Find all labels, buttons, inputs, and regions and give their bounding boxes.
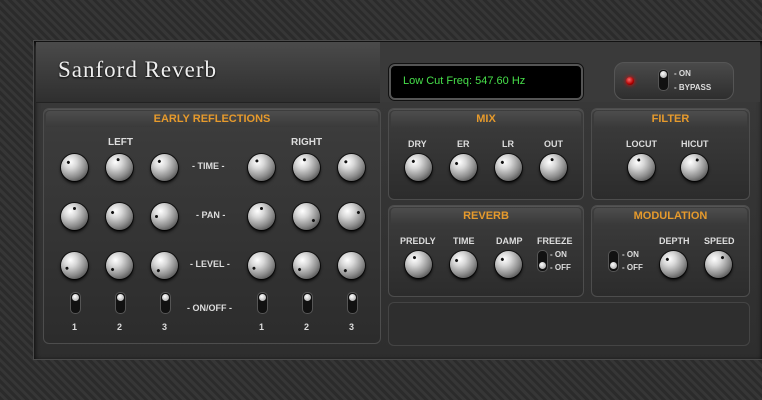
predly-knob[interactable] <box>405 251 432 278</box>
er-right-1-level-knob[interactable] <box>248 252 275 279</box>
er-left-3-level-knob[interactable] <box>151 252 178 279</box>
er-mix-knob[interactable] <box>450 154 477 181</box>
channel-number-label: 1 <box>259 322 265 332</box>
channel-number-label: 2 <box>117 322 123 332</box>
mix-title: MIX <box>391 111 581 127</box>
er-left-1-time-knob[interactable] <box>61 154 88 181</box>
filter-panel: FILTER <box>591 108 750 200</box>
modulation-switch[interactable] <box>608 250 619 272</box>
hicut-knob[interactable] <box>681 154 708 181</box>
speed-knob[interactable] <box>705 251 732 278</box>
time-row-label: - TIME - <box>192 161 225 171</box>
channel-number-label: 3 <box>349 322 355 332</box>
er-right-3-onoff-switch[interactable] <box>347 292 358 314</box>
lr-label: LR <box>502 139 514 149</box>
dry-label: DRY <box>408 139 427 149</box>
pan-row-label: - PAN - <box>196 210 226 220</box>
freeze-off-label: - OFF <box>550 263 571 272</box>
modulation-on-label: - ON <box>622 250 639 259</box>
reverb-time-knob[interactable] <box>450 251 477 278</box>
er-right-2-onoff-switch[interactable] <box>302 292 313 314</box>
er-left-1-level-knob[interactable] <box>61 252 88 279</box>
predly-label: PREDLY <box>400 236 436 246</box>
er-right-2-level-knob[interactable] <box>293 252 320 279</box>
switch-nub-icon <box>610 262 617 269</box>
reverb-title: REVERB <box>391 208 581 224</box>
bypass-switch[interactable] <box>658 69 669 91</box>
right-channel-label: RIGHT <box>291 137 323 148</box>
onoff-row-label: - ON/OFF - <box>187 303 232 313</box>
er-left-1-onoff-switch[interactable] <box>70 292 81 314</box>
channel-number-label: 2 <box>304 322 310 332</box>
freeze-switch[interactable] <box>537 250 548 272</box>
er-left-1-pan-knob[interactable] <box>61 203 88 230</box>
filter-title: FILTER <box>594 111 747 127</box>
left-channel-label: LEFT <box>108 137 133 148</box>
modulation-off-label: - OFF <box>622 263 643 272</box>
switch-nub-icon <box>304 294 311 301</box>
er-label: ER <box>457 139 470 149</box>
switch-nub-icon <box>117 294 124 301</box>
depth-label: DEPTH <box>659 236 690 246</box>
er-left-2-onoff-switch[interactable] <box>115 292 126 314</box>
parameter-display-text: Low Cut Freq: 547.60 Hz <box>403 75 526 87</box>
locut-knob[interactable] <box>628 154 655 181</box>
parameter-display: Low Cut Freq: 547.60 Hz <box>389 64 583 100</box>
er-left-3-onoff-switch[interactable] <box>160 292 171 314</box>
switch-nub-icon <box>539 262 546 269</box>
depth-knob[interactable] <box>660 251 687 278</box>
switch-nub-icon <box>660 71 667 78</box>
er-right-3-time-knob[interactable] <box>338 154 365 181</box>
er-left-2-pan-knob[interactable] <box>106 203 133 230</box>
er-left-2-level-knob[interactable] <box>106 252 133 279</box>
plugin-title: Sanford Reverb <box>58 57 217 82</box>
er-left-3-time-knob[interactable] <box>151 154 178 181</box>
out-label: OUT <box>544 139 563 149</box>
bypass-bypass-label: - BYPASS <box>674 83 712 92</box>
er-right-3-pan-knob[interactable] <box>338 203 365 230</box>
er-right-2-time-knob[interactable] <box>293 154 320 181</box>
locut-label: LOCUT <box>626 139 657 149</box>
er-right-1-time-knob[interactable] <box>248 154 275 181</box>
channel-number-label: 3 <box>162 322 168 332</box>
bypass-on-label: - ON <box>674 69 691 78</box>
freeze-on-label: - ON <box>550 250 567 259</box>
damp-label: DAMP <box>496 236 523 246</box>
er-left-3-pan-knob[interactable] <box>151 203 178 230</box>
dry-knob[interactable] <box>405 154 432 181</box>
channel-number-label: 1 <box>72 322 78 332</box>
early-reflections-title: EARLY REFLECTIONS <box>46 111 378 127</box>
time-label: TIME <box>453 236 475 246</box>
switch-nub-icon <box>72 294 79 301</box>
er-right-2-pan-knob[interactable] <box>293 203 320 230</box>
modulation-title: MODULATION <box>594 208 747 224</box>
empty-bottom-panel <box>388 302 750 346</box>
switch-nub-icon <box>349 294 356 301</box>
switch-nub-icon <box>259 294 266 301</box>
power-led-icon <box>626 77 634 85</box>
er-left-2-time-knob[interactable] <box>106 154 133 181</box>
freeze-label: FREEZE <box>537 236 573 246</box>
speed-label: SPEED <box>704 236 735 246</box>
er-right-3-level-knob[interactable] <box>338 252 365 279</box>
er-right-1-onoff-switch[interactable] <box>257 292 268 314</box>
er-right-1-pan-knob[interactable] <box>248 203 275 230</box>
level-row-label: - LEVEL - <box>190 259 230 269</box>
hicut-label: HICUT <box>681 139 709 149</box>
out-knob[interactable] <box>540 154 567 181</box>
switch-nub-icon <box>162 294 169 301</box>
damp-knob[interactable] <box>495 251 522 278</box>
lr-mix-knob[interactable] <box>495 154 522 181</box>
